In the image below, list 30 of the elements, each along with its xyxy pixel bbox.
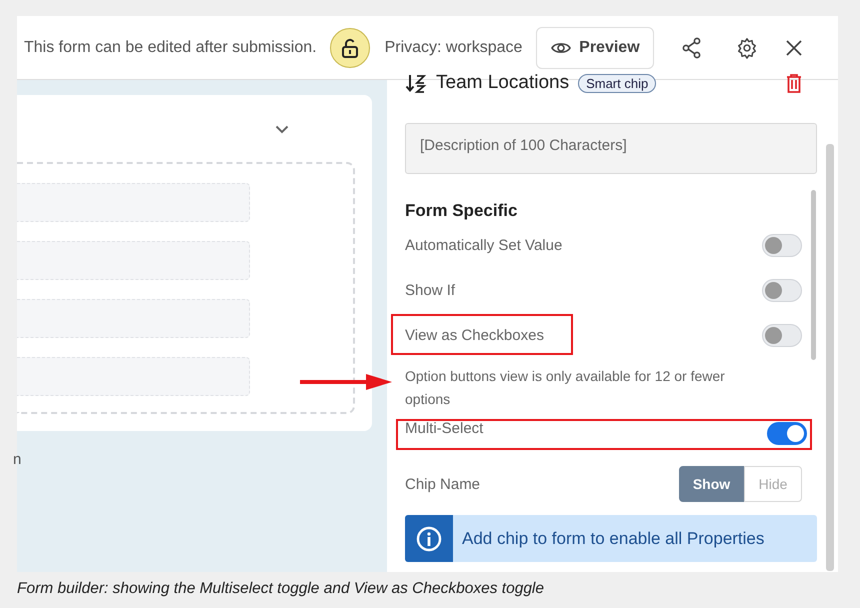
setting-label: Automatically Set Value [405,237,562,254]
chevron-down-icon[interactable] [275,124,289,134]
toggle-switch[interactable] [767,422,807,445]
segment-option[interactable]: Show [679,466,744,502]
edit-notice: This form can be edited after submission. [24,38,317,56]
setting-label: View as Checkboxes [405,327,544,344]
close-icon[interactable] [786,40,802,56]
field-title: Team Locations [436,72,570,94]
cut-off-text: n [13,451,22,468]
figure-caption: Form builder: showing the Multiselect toggle and View as Checkboxes toggle [17,580,545,598]
unlock-icon[interactable] [330,28,370,68]
preview-button[interactable]: Preview [536,26,654,68]
scrollbar[interactable] [826,144,834,571]
sort-az-icon [405,73,427,93]
segment-option[interactable]: Hide [744,466,802,502]
info-icon [416,526,442,552]
banner-text: Add chip to form to enable all Properties [462,528,764,548]
smart-chip-tag: Smart chip [578,74,656,92]
settings-icon[interactable] [736,36,758,58]
scrollbar[interactable] [811,190,816,360]
setting-label: Show If [405,282,456,299]
privacy-label: Privacy: workspace [384,38,522,56]
trash-icon[interactable] [786,74,802,92]
eye-icon [551,40,572,54]
description-field[interactable]: [Description of 100 Characters] [405,123,817,174]
setting-label: Multi-Select [405,420,484,437]
setting-label: Chip Name [405,476,480,492]
section-heading: Form Specific [405,200,518,222]
help-text: Option buttons view is only available for 12 or fewer options [405,367,726,409]
share-icon[interactable] [682,36,702,58]
